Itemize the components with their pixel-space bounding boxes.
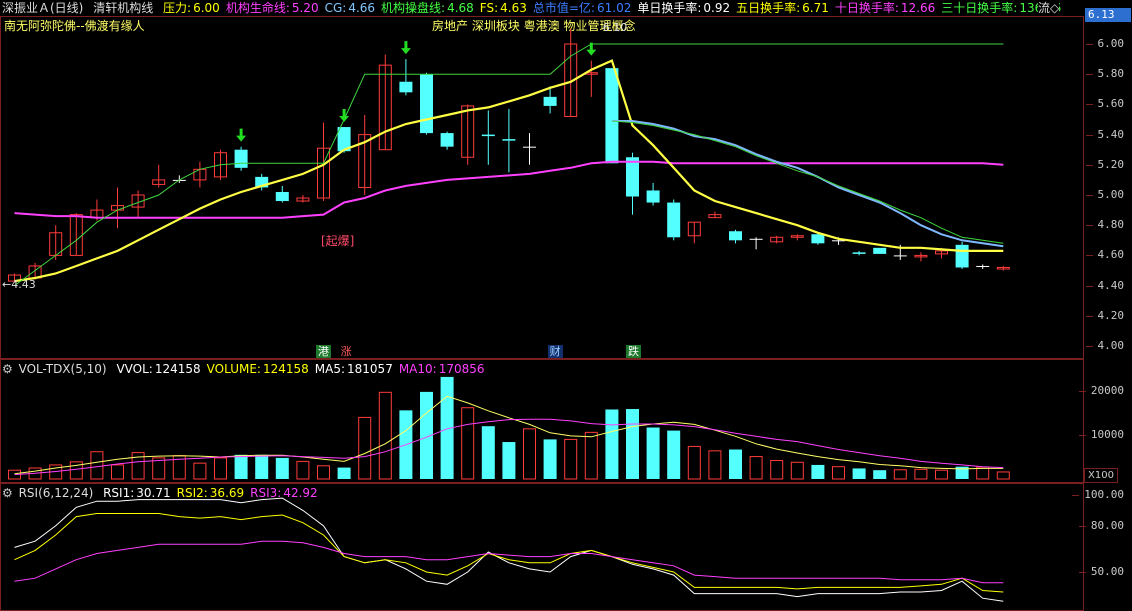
candle-body <box>646 190 660 203</box>
candle-body <box>502 139 516 141</box>
volume-bar <box>337 467 351 479</box>
candle-body <box>626 157 639 197</box>
chart-canvas[interactable]: ←4.43 6.10 [起爆] <box>0 0 1132 611</box>
volume-bar <box>234 454 248 479</box>
rsi-line-rsi1 <box>14 497 1004 602</box>
volume-bar <box>564 438 578 480</box>
volume-bar <box>646 427 660 479</box>
rsi-line-rsi3 <box>14 540 1004 584</box>
volume-bar <box>852 468 866 479</box>
volume-bar <box>687 445 701 480</box>
volume-bar <box>626 409 639 479</box>
volume-bar <box>790 461 804 480</box>
volume-bar <box>296 460 310 480</box>
volume-bar <box>832 466 845 480</box>
volume-bar <box>481 426 495 479</box>
volume-bar <box>275 457 289 479</box>
volume-bar <box>358 416 372 480</box>
candle-body <box>275 191 289 202</box>
volume-bar <box>543 439 557 479</box>
volume-bar <box>873 470 887 479</box>
volume-bar <box>502 442 516 479</box>
down-arrow-icon <box>400 41 411 55</box>
candle-body <box>811 234 825 244</box>
candle-body <box>852 252 866 254</box>
volume-bar <box>935 469 948 480</box>
volume-bar <box>996 471 1010 480</box>
volume-bar <box>893 469 907 480</box>
candle-body <box>234 149 248 168</box>
candle-body <box>729 231 742 241</box>
volume-bar <box>111 464 124 480</box>
high-price-label: 6.10 <box>603 21 628 34</box>
volume-bar <box>729 449 742 479</box>
down-arrow-icon <box>586 42 597 56</box>
volume-bar <box>461 407 475 480</box>
volume-bar <box>914 468 928 480</box>
volume-bar <box>214 457 227 480</box>
candle-body <box>523 146 536 148</box>
volume-bar <box>523 428 536 480</box>
volume-bar <box>667 430 681 479</box>
qibao-label: [起爆] <box>321 234 354 248</box>
volume-bar <box>749 456 763 480</box>
candle-body <box>481 134 495 137</box>
volume-bar <box>317 465 330 480</box>
candle-body <box>667 202 681 238</box>
volume-bar <box>90 451 104 480</box>
candle-body <box>605 68 619 164</box>
volume-bar <box>255 454 269 479</box>
down-arrow-icon <box>236 128 247 142</box>
candle-body <box>399 81 413 93</box>
volume-bar <box>584 431 598 480</box>
candle-body <box>873 247 887 254</box>
candle-body <box>893 255 907 257</box>
volume-bar <box>811 464 825 479</box>
volume-bar <box>378 391 392 480</box>
candle-body <box>976 265 990 267</box>
volume-bar <box>708 450 722 480</box>
candle-body <box>955 244 969 268</box>
candle-body <box>749 238 763 240</box>
rsi-line-rsi2 <box>14 513 1004 593</box>
volume-bar <box>193 462 207 480</box>
candle-body <box>543 96 557 106</box>
volume-bar <box>605 409 619 479</box>
low-price-label: ←4.43 <box>2 278 36 291</box>
volume-bar <box>770 460 784 480</box>
candle-body <box>420 74 433 134</box>
candle-body <box>440 133 454 147</box>
